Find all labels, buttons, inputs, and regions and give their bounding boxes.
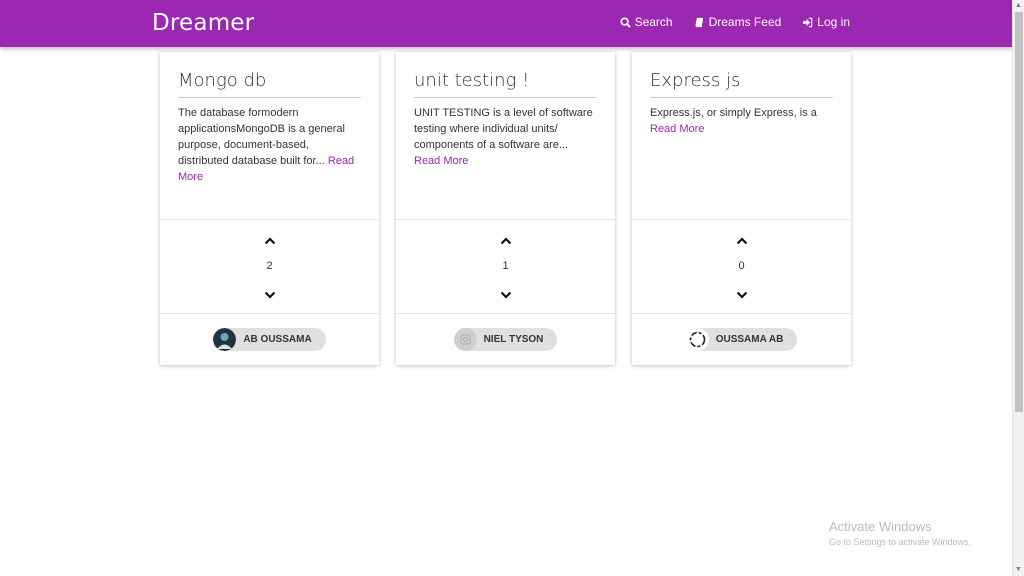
author-name: AB OUSSAMA — [243, 334, 312, 345]
vote-panel: 2 — [160, 220, 379, 314]
author-name: NIEL TYSON — [483, 334, 544, 345]
sign-in-icon — [802, 17, 813, 28]
dream-card: unit testing ! UNIT TESTING is a level o… — [396, 52, 615, 365]
card-footer: AB OUSSAMA — [160, 314, 379, 365]
author-chip[interactable]: AB OUSSAMA — [213, 328, 326, 351]
vote-panel: 1 — [396, 220, 615, 314]
chevron-down-icon — [264, 291, 275, 299]
top-navbar: Dreamer Search Dreams Feed Log in — [0, 0, 1012, 47]
chevron-up-icon — [736, 237, 747, 245]
card-text: Express.js, or simply Express, is a Read… — [650, 105, 833, 137]
nav-login-label: Log in — [817, 15, 850, 29]
read-more-link[interactable]: Read More — [414, 155, 468, 167]
card-body: Mongo db The database formodern applicat… — [160, 52, 379, 220]
card-body: unit testing ! UNIT TESTING is a level o… — [396, 52, 615, 220]
scroll-down-icon[interactable]: ▼ — [1015, 566, 1022, 574]
vote-panel: 0 — [632, 220, 851, 314]
nav-links: Search Dreams Feed Log in — [620, 15, 850, 29]
chevron-up-icon — [264, 237, 275, 245]
dream-card: Express js Express.js, or simply Express… — [632, 52, 851, 365]
watermark-title: Activate Windows — [829, 519, 932, 534]
author-name: OUSSAMA AB — [715, 334, 784, 345]
upvote-button[interactable] — [732, 233, 752, 249]
chevron-down-icon — [500, 291, 511, 299]
downvote-button[interactable] — [260, 287, 280, 303]
card-title: unit testing ! — [414, 70, 597, 98]
dream-cards: Mongo db The database formodern applicat… — [160, 52, 851, 365]
avatar — [213, 328, 237, 351]
scrollbar-thumb[interactable] — [1015, 12, 1023, 412]
avatar — [453, 328, 477, 351]
author-chip[interactable]: OUSSAMA AB — [685, 328, 798, 351]
vote-count: 2 — [266, 260, 273, 272]
upvote-button[interactable] — [260, 233, 280, 249]
chevron-up-icon — [500, 237, 511, 245]
downvote-button[interactable] — [732, 287, 752, 303]
vote-count: 0 — [738, 260, 745, 272]
card-excerpt: Express.js, or simply Express, is a — [650, 107, 817, 119]
scroll-up-icon[interactable]: ▲ — [1015, 2, 1022, 10]
card-text: UNIT TESTING is a level of software test… — [414, 105, 597, 169]
nav-login-link[interactable]: Log in — [802, 15, 850, 29]
card-excerpt: The database formodern applicationsMongo… — [178, 107, 345, 167]
author-chip[interactable]: NIEL TYSON — [453, 328, 558, 351]
vertical-scrollbar[interactable]: ▲ ▼ — [1012, 0, 1024, 576]
windows-activation-watermark: Activate Windows Go to Settings to activ… — [829, 519, 971, 547]
brand-logo[interactable]: Dreamer — [152, 10, 254, 36]
nav-search-label: Search — [634, 15, 673, 29]
read-more-link[interactable]: Read More — [650, 123, 704, 135]
card-excerpt: UNIT TESTING is a level of software test… — [414, 107, 593, 151]
book-icon — [694, 17, 705, 28]
card-body: Express js Express.js, or simply Express… — [632, 52, 851, 220]
downvote-button[interactable] — [496, 287, 516, 303]
card-title: Express js — [650, 70, 833, 98]
nav-dreams-feed-link[interactable]: Dreams Feed — [694, 15, 782, 29]
dream-card: Mongo db The database formodern applicat… — [160, 52, 379, 365]
card-footer: NIEL TYSON — [396, 314, 615, 365]
avatar — [685, 328, 709, 351]
search-icon — [620, 16, 631, 28]
card-text: The database formodern applicationsMongo… — [178, 105, 361, 185]
nav-dreams-feed-label: Dreams Feed — [708, 15, 782, 29]
vote-count: 1 — [502, 260, 509, 272]
card-title: Mongo db — [178, 70, 361, 98]
upvote-button[interactable] — [496, 233, 516, 249]
chevron-down-icon — [736, 291, 747, 299]
watermark-subtitle: Go to Settings to activate Windows. — [829, 537, 972, 547]
nav-search-link[interactable]: Search — [620, 15, 673, 29]
card-footer: OUSSAMA AB — [632, 314, 851, 365]
